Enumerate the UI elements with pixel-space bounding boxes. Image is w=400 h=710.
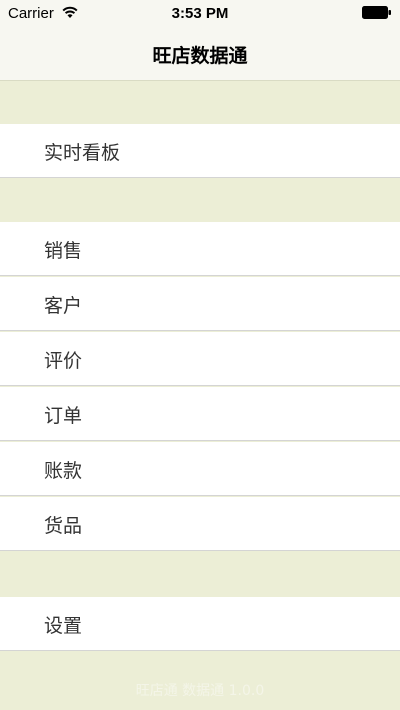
navigation-bar: 旺店数据通 [0, 28, 400, 81]
list-item-sales[interactable]: 销售 [0, 222, 400, 276]
list-item-label: 设置 [44, 615, 83, 637]
list-item-label: 评价 [44, 350, 83, 372]
list-item-label: 订单 [44, 405, 83, 427]
list-item-settings[interactable]: 设置 [0, 597, 400, 651]
list-item-realtime-dashboard[interactable]: 实时看板 [0, 124, 400, 178]
list-item-label: 账款 [44, 460, 83, 482]
footer-text: 旺店通 数据通 1.0.0 [135, 683, 265, 699]
list-item-goods[interactable]: 货品 [0, 497, 400, 551]
list-item-orders[interactable]: 订单 [0, 387, 400, 441]
list-item-label: 客户 [44, 295, 83, 317]
battery-icon [362, 6, 391, 19]
list-item-label: 货品 [44, 515, 83, 537]
list-item-label: 销售 [44, 240, 83, 262]
list-item-accounts[interactable]: 账款 [0, 442, 400, 496]
status-time: 3:53 PM [171, 5, 229, 22]
status-bar: Carrier 3:53 PM [0, 0, 400, 28]
list-item-label: 实时看板 [44, 142, 121, 164]
list-item-customers[interactable]: 客户 [0, 277, 400, 331]
list-item-reviews[interactable]: 评价 [0, 332, 400, 386]
page-title: 旺店数据通 [152, 45, 248, 67]
